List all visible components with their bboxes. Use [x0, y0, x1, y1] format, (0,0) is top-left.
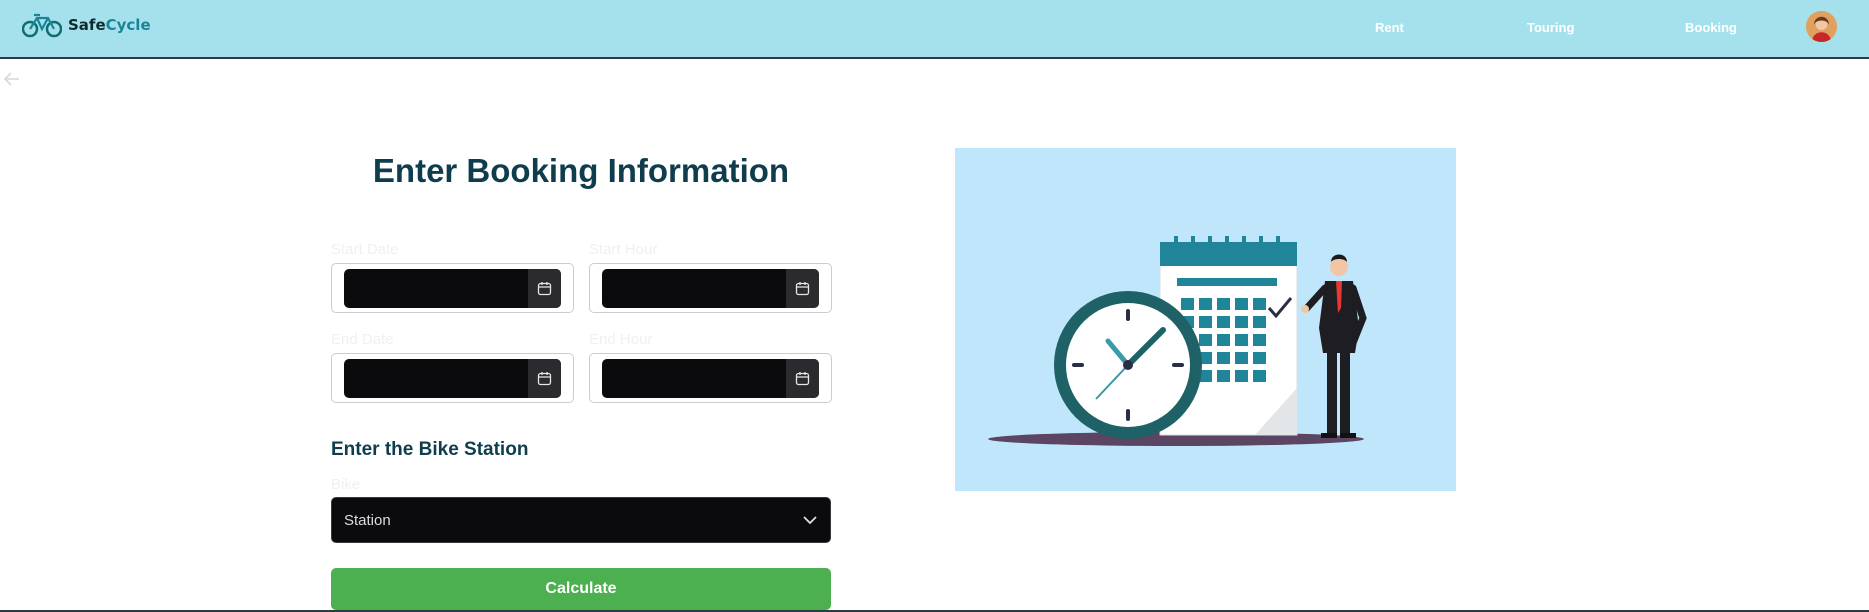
end-hour-input[interactable] — [602, 359, 819, 398]
nav-booking[interactable]: Booking — [1685, 20, 1737, 35]
station-select[interactable]: Station — [331, 497, 831, 543]
end-hour-field — [589, 353, 832, 403]
chevron-down-icon — [802, 512, 818, 533]
start-hour-field — [589, 263, 832, 313]
brand-logo[interactable]: SafeCycle — [22, 12, 151, 38]
start-date-field — [331, 263, 574, 313]
calendar-icon[interactable] — [528, 269, 561, 308]
user-avatar[interactable] — [1806, 11, 1837, 42]
page-title: Enter Booking Information — [372, 152, 790, 189]
station-section-title: Enter the Bike Station — [331, 439, 529, 460]
calendar-icon[interactable] — [786, 359, 819, 398]
bicycle-icon — [22, 12, 62, 38]
brand-name: SafeCycle — [68, 16, 151, 34]
calculate-button[interactable]: Calculate — [331, 568, 831, 610]
arrow-left-icon[interactable] — [3, 70, 20, 91]
start-hour-input[interactable] — [602, 269, 819, 308]
start-hour-label: Start Hour — [589, 241, 658, 258]
start-date-label: Start Date — [331, 241, 399, 258]
booking-illustration — [955, 148, 1456, 491]
end-hour-label: End Hour — [589, 331, 653, 348]
end-date-input[interactable] — [344, 359, 561, 398]
bike-label: Bike — [331, 476, 361, 493]
end-date-field — [331, 353, 574, 403]
nav-rent[interactable]: Rent — [1375, 20, 1404, 35]
end-date-label: End Date — [331, 331, 394, 348]
nav-touring[interactable]: Touring — [1527, 20, 1574, 35]
calendar-icon[interactable] — [786, 269, 819, 308]
top-navbar: SafeCycle Rent Touring Booking — [0, 0, 1869, 59]
station-select-value: Station — [344, 512, 391, 529]
start-date-input[interactable] — [344, 269, 561, 308]
calendar-icon[interactable] — [528, 359, 561, 398]
